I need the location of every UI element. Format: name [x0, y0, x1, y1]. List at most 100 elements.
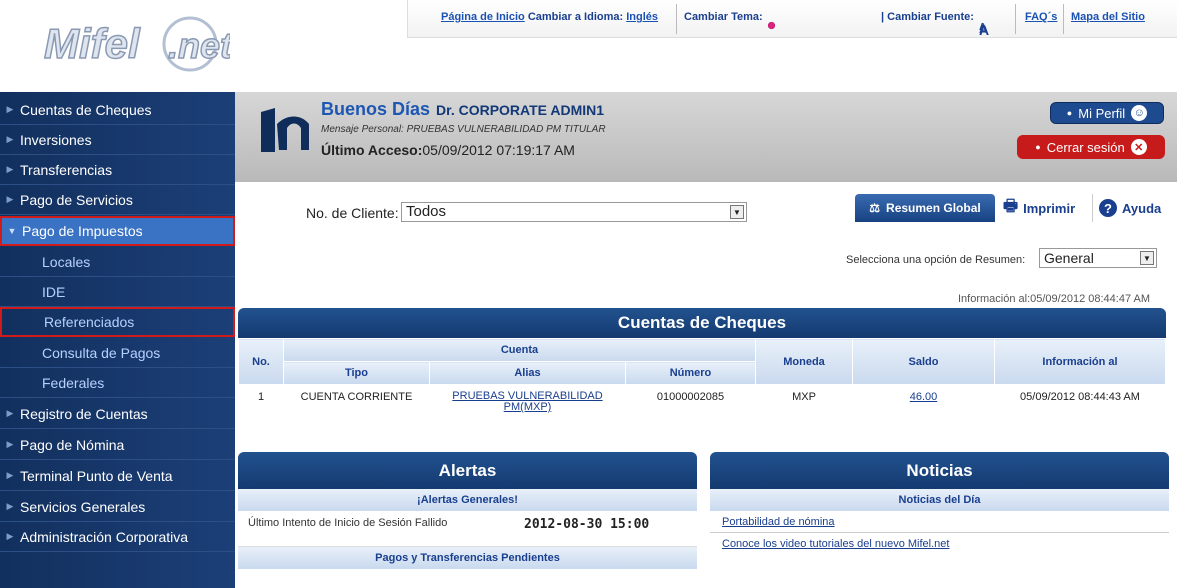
- theme-switcher: Cambiar Tema:: [684, 11, 775, 29]
- print-button[interactable]: 🖶 Imprimir: [997, 194, 1089, 222]
- sidebar-item-label: Registro de Cuentas: [20, 405, 148, 422]
- sidebar-subitem-ide[interactable]: IDE: [0, 277, 235, 307]
- sidebar-item-terminal-punto-venta[interactable]: ▶ Terminal Punto de Venta: [0, 461, 235, 491]
- table-row: 1 CUENTA CORRIENTE PRUEBAS VULNERABILIDA…: [239, 385, 1166, 420]
- font-large[interactable]: A: [979, 22, 989, 38]
- svg-text:Mifel: Mifel: [44, 20, 141, 67]
- close-icon: ✕: [1130, 139, 1147, 155]
- cell-no: 1: [257, 391, 265, 403]
- theme-label: Cambiar Tema:: [684, 11, 763, 23]
- pending-subheader: Pagos y Transferencias Pendientes: [238, 547, 697, 569]
- cell-numero: 01000002085: [656, 391, 725, 403]
- client-number-select[interactable]: Todos ▼: [401, 202, 747, 222]
- logout-button-label: Cerrar sesión: [1046, 139, 1125, 155]
- top-links-bar: Página de Inicio Cambiar a Idioma: Inglé…: [407, 0, 1177, 38]
- sidebar-item-label: Servicios Generales: [20, 498, 146, 515]
- change-language-label: Cambiar a Idioma:: [527, 11, 624, 23]
- chevron-right-icon: ▶: [6, 104, 14, 114]
- account-alias-link[interactable]: PRUEBAS VULNERABILIDAD PM(MXP): [452, 390, 602, 413]
- checking-accounts-title: Cuentas de Cheques: [238, 308, 1166, 338]
- sidebar-item-servicios-generales[interactable]: ▶ Servicios Generales: [0, 492, 235, 522]
- sidebar-item-label: Locales: [42, 253, 91, 270]
- col-saldo: Saldo: [852, 338, 995, 385]
- print-label: Imprimir: [1023, 200, 1076, 216]
- col-numero: Número: [625, 361, 756, 385]
- col-alias: Alias: [429, 361, 626, 385]
- alerts-panel: Alertas ¡Alertas Generales! Último Inten…: [238, 452, 697, 569]
- sidebar-item-registro-cuentas[interactable]: ▶ Registro de Cuentas: [0, 399, 235, 429]
- chevron-right-icon: ▶: [6, 164, 14, 174]
- sidebar-item-cuentas-cheques[interactable]: ▶ Cuentas de Cheques: [0, 95, 235, 125]
- sidebar-item-label: Cuentas de Cheques: [20, 101, 152, 118]
- news-link[interactable]: Conoce los video tutoriales del nuevo Mi…: [722, 538, 949, 550]
- sidebar-item-label: Administración Corporativa: [20, 528, 189, 545]
- news-link[interactable]: Portabilidad de nómina: [722, 516, 835, 528]
- last-access-value: 05/09/2012 07:19:17 AM: [422, 142, 575, 158]
- sidebar-item-pago-impuestos[interactable]: ▼ Pago de Impuestos: [0, 216, 235, 246]
- mifel-emblem-icon: [257, 100, 315, 163]
- welcome-header: Buenos Días Dr. CORPORATE ADMIN1 Mensaje …: [235, 92, 1177, 182]
- sidebar-item-pago-nomina[interactable]: ▶ Pago de Nómina: [0, 430, 235, 460]
- printer-icon: 🖶: [1003, 197, 1019, 215]
- chevron-down-icon: ▼: [7, 226, 17, 236]
- logout-button[interactable]: ● Cerrar sesión ✕: [1017, 135, 1165, 159]
- info-timestamp: Información al:05/09/2012 08:44:47 AM: [958, 293, 1151, 305]
- sidebar-item-label: Pago de Servicios: [20, 191, 133, 208]
- bullet-icon: ●: [1066, 108, 1073, 118]
- cell-moneda: MXP: [792, 391, 816, 403]
- sitemap-link[interactable]: Mapa del Sitio: [1071, 11, 1145, 23]
- balance-scale-icon: ⚖: [869, 201, 881, 215]
- dropdown-arrow-icon: ▼: [730, 205, 744, 219]
- sidebar-subitem-consulta-pagos[interactable]: Consulta de Pagos: [0, 338, 235, 368]
- sidebar-item-administracion-corporativa[interactable]: ▶ Administración Corporativa: [0, 522, 235, 552]
- list-item: Conoce los video tutoriales del nuevo Mi…: [710, 533, 1169, 555]
- greeting: Buenos Días Dr. CORPORATE ADMIN1: [321, 99, 604, 120]
- summary-option-select[interactable]: General ▼: [1039, 248, 1157, 268]
- alert-row: Último Intento de Inicio de Sesión Falli…: [238, 511, 697, 547]
- sidebar-subitem-locales[interactable]: Locales: [0, 247, 235, 277]
- list-item: Portabilidad de nómina: [710, 511, 1169, 533]
- personal-message: Mensaje Personal: PRUEBAS VULNERABILIDAD…: [321, 124, 606, 135]
- help-label: Ayuda: [1122, 200, 1162, 216]
- bullet-icon: ●: [1035, 142, 1041, 152]
- sidebar-item-label: Consulta de Pagos: [42, 344, 161, 361]
- last-access-label: Último Acceso:: [321, 142, 423, 158]
- sidebar-item-pago-servicios[interactable]: ▶ Pago de Servicios: [0, 185, 235, 215]
- svg-text:.net: .net: [168, 25, 230, 66]
- font-label: | Cambiar Fuente:: [881, 11, 974, 23]
- chevron-right-icon: ▶: [6, 501, 14, 511]
- balance-link[interactable]: 46.00: [910, 391, 938, 403]
- news-subheader: Noticias del Día: [710, 489, 1169, 511]
- client-number-label: No. de Cliente:: [306, 205, 399, 221]
- sidebar-item-inversiones[interactable]: ▶ Inversiones: [0, 125, 235, 155]
- help-button[interactable]: ? Ayuda: [1092, 194, 1172, 222]
- top-bar: Mifel .net Página de Inicio Cambiar a Id…: [0, 0, 1177, 92]
- mifel-logo[interactable]: Mifel .net: [40, 14, 235, 74]
- sidebar-item-transferencias[interactable]: ▶ Transferencias: [0, 155, 235, 185]
- chevron-right-icon: ▶: [6, 134, 14, 144]
- col-cuenta: Cuenta: [283, 338, 756, 362]
- cell-informacion: 05/09/2012 08:44:43 AM: [1020, 391, 1140, 403]
- user-name: Dr. CORPORATE ADMIN1: [436, 102, 605, 118]
- home-link[interactable]: Página de Inicio: [441, 11, 525, 23]
- sidebar-item-label: Referenciados: [44, 314, 135, 330]
- checking-accounts-table: No. Cuenta Moneda Saldo Información al T…: [238, 338, 1166, 419]
- greeting-text: Buenos Días: [321, 99, 431, 119]
- col-no: No.: [238, 338, 284, 385]
- sidebar-item-label: Inversiones: [20, 131, 92, 148]
- dropdown-arrow-icon: ▼: [1140, 251, 1154, 265]
- alert-value: 2012-08-30 15:00: [524, 517, 650, 532]
- language-link[interactable]: Inglés: [626, 11, 658, 23]
- theme-pink-dot[interactable]: [767, 22, 775, 29]
- profile-button[interactable]: ● Mi Perfil ☺: [1050, 102, 1164, 124]
- tab-resumen-global[interactable]: ⚖ Resumen Global: [855, 194, 995, 222]
- alerts-subheader: ¡Alertas Generales!: [238, 489, 697, 511]
- sidebar-menu: ▶ Cuentas de Cheques ▶ Inversiones ▶ Transf…: [0, 92, 235, 588]
- alert-label: Último Intento de Inicio de Sesión Falli…: [248, 517, 448, 529]
- col-tipo: Tipo: [283, 361, 430, 385]
- faq-link[interactable]: FAQ´s: [1025, 11, 1057, 23]
- sidebar-item-label: Pago de Nómina: [20, 436, 125, 453]
- summary-option-value: General: [1044, 250, 1094, 266]
- sidebar-subitem-federales[interactable]: Federales: [0, 368, 235, 398]
- sidebar-subitem-referenciados[interactable]: Referenciados: [0, 307, 235, 337]
